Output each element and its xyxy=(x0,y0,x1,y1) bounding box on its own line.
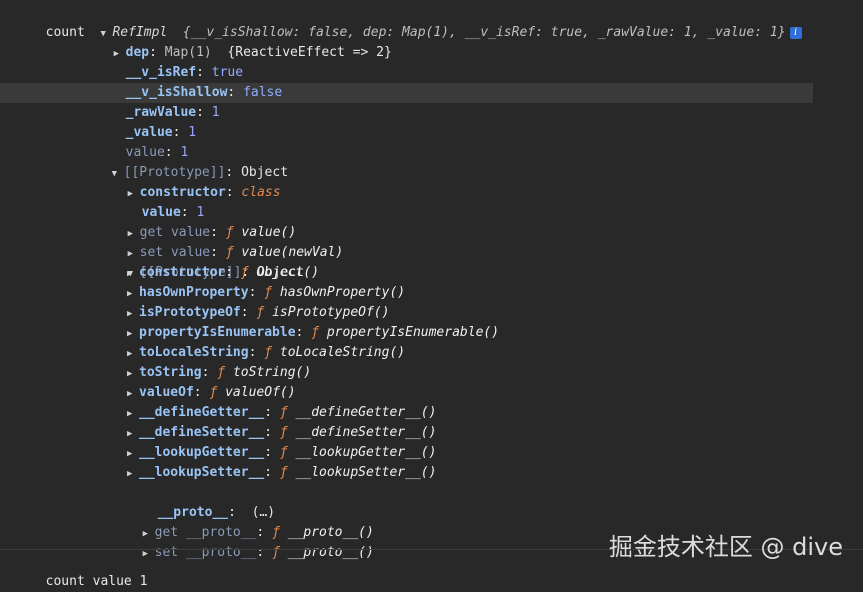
prop-get-proto[interactable]: ▶ get __proto__: ƒ __proto__() xyxy=(127,503,374,540)
function-icon: ƒ xyxy=(279,425,288,440)
prop-proto-accessor[interactable]: __proto__: (…) xyxy=(142,483,275,520)
prop-value: __proto__() xyxy=(287,545,374,560)
prop-value: __lookupSetter__() xyxy=(295,465,437,480)
entry-label: count xyxy=(45,25,85,40)
prop-value-private[interactable]: _value: 1 xyxy=(110,103,196,140)
prop-proto-value[interactable]: value: 1 xyxy=(126,183,205,220)
prop-value: isPrototypeOf() xyxy=(272,305,390,320)
console-log-line: count value 1 xyxy=(30,552,148,589)
chevron-right-icon[interactable]: ▶ xyxy=(127,404,139,424)
chevron-right-icon[interactable]: ▶ xyxy=(127,264,139,284)
prop-rawvalue[interactable]: _rawValue: 1 xyxy=(110,83,220,120)
prop-value: valueOf() xyxy=(225,385,296,400)
prop-key: __defineSetter__ xyxy=(139,425,265,440)
prop-value: __lookupGetter__() xyxy=(295,445,437,460)
prop-object-method[interactable]: ▶ __defineSetter__: ƒ __defineSetter__() xyxy=(127,423,436,443)
prototype-object[interactable]: ▼ [[Prototype]]: Object xyxy=(112,243,304,280)
prop-key: toLocaleString xyxy=(139,345,249,360)
prop-key: __defineGetter__ xyxy=(139,405,265,420)
prop-object-method[interactable]: ▶ __defineGetter__: ƒ __defineGetter__() xyxy=(127,403,436,423)
chevron-right-icon[interactable]: ▶ xyxy=(127,324,139,344)
prop-value: toString() xyxy=(232,365,312,380)
prop-value: Object() xyxy=(256,265,320,280)
function-icon: ƒ xyxy=(272,545,280,560)
prop-object-method[interactable]: ▶ propertyIsEnumerable: ƒ propertyIsEnume… xyxy=(127,323,499,343)
chevron-right-icon[interactable]: ▶ xyxy=(127,284,139,304)
function-icon: ƒ xyxy=(264,345,273,360)
prop-dep[interactable]: ▶ dep: Map(1) {ReactiveEffect => 2} xyxy=(98,23,392,60)
prop-value: __defineGetter__() xyxy=(295,405,437,420)
chevron-right-icon[interactable]: ▶ xyxy=(127,444,139,464)
prop-key: __lookupSetter__ xyxy=(139,465,265,480)
watermark: 掘金技术社区 @ dive xyxy=(608,533,843,561)
prop-value: 1 xyxy=(188,125,197,140)
function-icon: ƒ xyxy=(217,365,226,380)
function-icon: ƒ xyxy=(264,285,273,300)
prototype-refimpl[interactable]: ▼ [[Prototype]]: Object xyxy=(96,143,288,180)
prop-object-method[interactable]: ▶ isPrototypeOf: ƒ isPrototypeOf() xyxy=(127,303,389,323)
prop-object-method[interactable]: ▶ __lookupSetter__: ƒ __lookupSetter__() xyxy=(127,463,436,483)
prop-object-method[interactable]: ▶ toString: ƒ toString() xyxy=(127,363,311,383)
function-icon: ƒ xyxy=(311,325,320,340)
prop-value: hasOwnProperty() xyxy=(279,285,406,300)
chevron-right-icon[interactable]: ▶ xyxy=(127,464,139,484)
function-icon: ƒ xyxy=(279,445,288,460)
prop-value-getter[interactable]: value: 1 xyxy=(110,123,189,160)
prop-get-value[interactable]: ▶ get value: ƒ value() xyxy=(112,203,297,240)
log-text: count value 1 xyxy=(45,574,148,589)
prop-key: propertyIsEnumerable xyxy=(139,325,296,340)
prop-set-value[interactable]: ▶ set value: ƒ value(newVal) xyxy=(112,223,344,260)
prop-key: hasOwnProperty xyxy=(139,285,249,300)
prop-isshallow[interactable]: __v_isShallow: false xyxy=(110,63,283,100)
chevron-right-icon[interactable]: ▶ xyxy=(127,304,139,324)
prop-object-method[interactable]: ▶ valueOf: ƒ valueOf() xyxy=(127,383,296,403)
prop-value: 1 xyxy=(211,105,220,120)
function-icon: ƒ xyxy=(279,405,288,420)
prop-value: class xyxy=(241,185,281,200)
prop-isref[interactable]: __v_isRef: true xyxy=(110,43,243,80)
prop-key: constructor xyxy=(139,265,226,280)
chevron-right-icon[interactable]: ▶ xyxy=(127,364,139,384)
chevron-right-icon[interactable]: ▶ xyxy=(127,344,139,364)
prop-value: toLocaleString() xyxy=(279,345,406,360)
function-icon: ƒ xyxy=(240,265,249,280)
prop-value: propertyIsEnumerable() xyxy=(326,325,500,340)
prop-key: set __proto__ xyxy=(154,545,257,560)
prop-constructor[interactable]: ▶ constructor: class xyxy=(112,163,281,200)
prop-object-method[interactable]: ▶ hasOwnProperty: ƒ hasOwnProperty() xyxy=(127,283,405,303)
prop-value: false xyxy=(243,85,283,100)
prop-set-proto[interactable]: ▶ set __proto__: ƒ __proto__() xyxy=(127,523,374,560)
prop-value: __defineSetter__() xyxy=(295,425,437,440)
prop-key: isPrototypeOf xyxy=(139,305,241,320)
info-icon[interactable]: i xyxy=(789,26,802,39)
chevron-right-icon[interactable]: ▶ xyxy=(127,424,139,444)
prop-key: __lookupGetter__ xyxy=(139,445,265,460)
prop-key: toString xyxy=(139,365,202,380)
chevron-right-icon[interactable]: ▶ xyxy=(127,384,139,404)
prop-preview: {ReactiveEffect => 2} xyxy=(227,45,392,60)
prop-object-method[interactable]: ▶ __lookupGetter__: ƒ __lookupGetter__() xyxy=(127,443,436,463)
prop-object-method[interactable]: ▶ toLocaleString: ƒ toLocaleString() xyxy=(127,343,405,363)
function-icon: ƒ xyxy=(279,465,288,480)
console-entry-header[interactable]: count ▼ RefImpl {__v_isShallow: false, de… xyxy=(30,3,802,40)
prop-key: valueOf xyxy=(139,385,194,400)
prop-object-method[interactable]: ▶ constructor: ƒ Object() xyxy=(127,263,319,283)
